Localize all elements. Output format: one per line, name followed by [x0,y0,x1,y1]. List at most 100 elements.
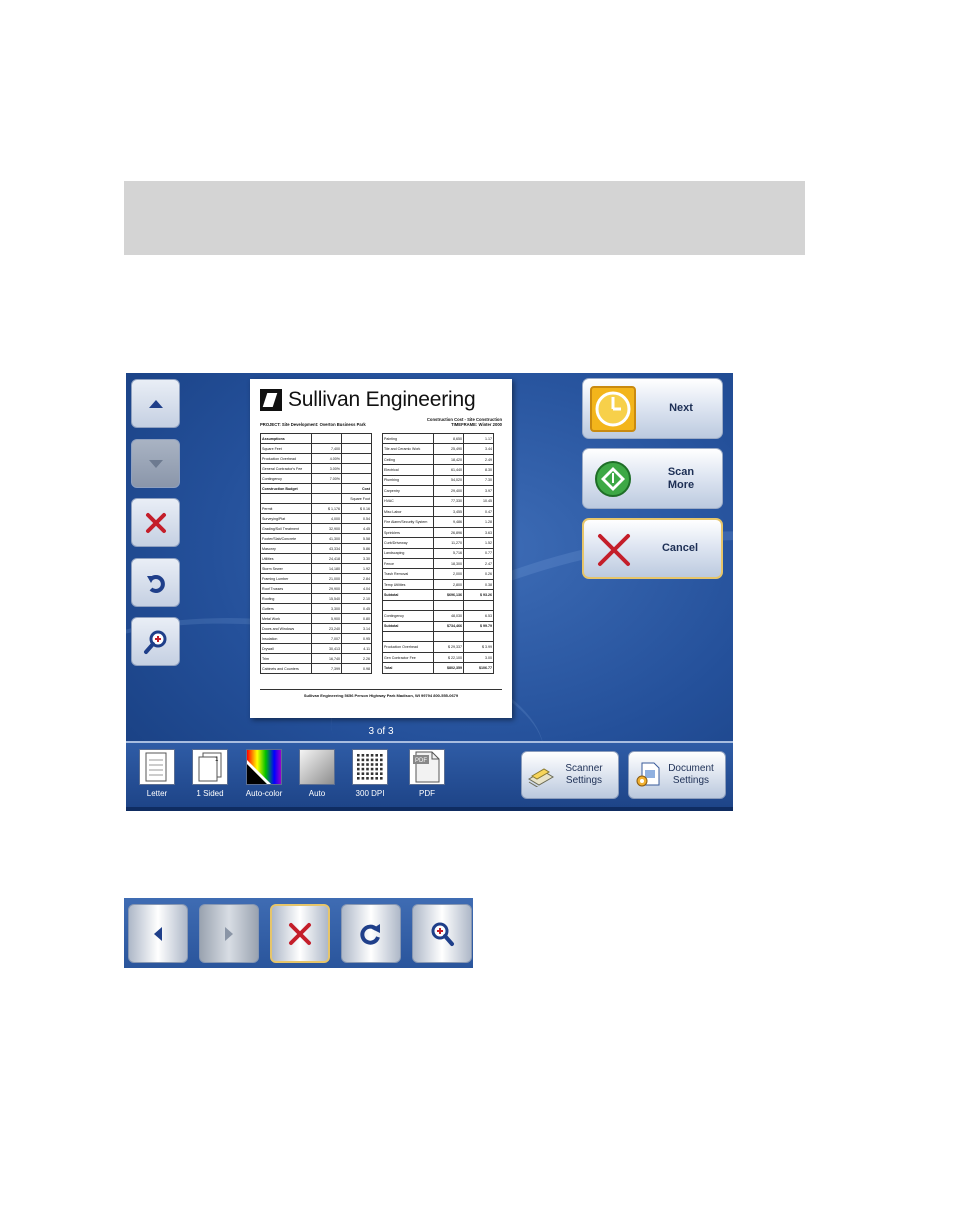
cost-value-cell: 7.00% [311,473,342,484]
table-row: General Contractor's Fee 3.00% [260,463,372,474]
cost-value-cell: 5.86 [341,543,372,554]
cost-value-cell: 3,455 [433,505,464,518]
table-row: Landscaping 5,716 0.77 [382,547,494,560]
scan-start-icon [588,454,638,504]
cost-value-cell: 43,334 [311,543,342,554]
cost-item-cell: Construction Budget [260,483,312,494]
scan-more-line2: More [667,478,695,491]
zoom-in-button[interactable] [131,617,180,666]
cost-item-cell: Total [382,662,434,674]
cost-item-cell: Framing Lumber [260,573,312,584]
brightness-setting[interactable]: Auto [291,749,343,798]
cost-value-cell: 8.30 [463,464,494,476]
cost-value-cell [311,493,342,504]
rotate-page-toolbar-button[interactable] [341,904,401,963]
grid-dot [380,767,383,771]
cost-value-cell: 11,270 [433,537,464,549]
rotate-icon [146,574,165,593]
cost-value-cell: $ 0.16 [341,503,372,514]
cost-value-cell [341,473,372,484]
rotate-page-button[interactable] [131,558,180,607]
cost-item-cell: Contingency [260,473,312,484]
scanner-icon [527,761,555,789]
document-settings-label: Document Settings [661,752,721,798]
cost-value-cell: 32,900 [311,523,342,534]
table-row: Cabinets and Counters 7,399 0.98 [260,663,372,674]
page-up-button[interactable] [131,379,180,428]
file-format-setting[interactable]: PDF PDF [401,749,453,798]
cost-item-cell: Ceiling [382,453,434,466]
cost-item-cell: Production Overhead [382,641,434,653]
color-mode-label: Auto-color [245,789,283,798]
document-settings-button[interactable]: Document Settings [628,751,726,799]
document-footer: Sullivan Engineering 5656 Person Highway… [260,689,502,698]
table-row [382,599,494,612]
cost-value-cell: 2.84 [341,573,372,584]
cost-item-cell: Storm Sewer [260,563,312,574]
cancel-x-icon [589,525,639,575]
grid-dot [375,767,378,771]
color-mode-setting[interactable]: Auto-color [238,749,290,798]
table-row: Painting 8,650 1.17 [382,432,494,445]
delete-page-button[interactable] [131,498,180,547]
cost-value-cell: 16,740 [311,653,342,664]
scan-more-button[interactable]: Scan More [582,448,723,509]
table-row: Fire Alarm/Security System 9,486 1.28 [382,516,494,528]
resolution-setting[interactable]: 300 DPI [344,749,396,798]
arrow-left-icon [154,926,162,941]
table-row: Metal Work 5,900 0.80 [260,613,372,624]
table-row: Gutters 3,300 0.45 [260,603,372,614]
zoom-in-icon [143,630,166,654]
cost-item-cell: Trim [260,653,312,664]
page-down-button[interactable] [131,439,180,488]
cost-value-cell: 9,486 [433,516,464,528]
cost-item-cell: Contingency [382,610,434,622]
previous-page-button[interactable] [128,904,188,963]
delete-page-toolbar-button[interactable] [270,904,330,963]
table-row: HVAC 77,330 10.45 [382,495,494,507]
cost-item-cell: Utilities [260,553,312,564]
grid-dot [366,767,369,771]
next-button[interactable]: Next [582,378,723,439]
sides-setting[interactable]: 1 1 Sided [184,749,236,798]
cost-value-cell: 0.38 [463,578,494,591]
scanner-settings-button[interactable]: Scanner Settings [521,751,619,799]
grid-dot [361,772,365,775]
cost-value-cell: 61,440 [433,464,464,476]
close-x-icon [145,512,166,533]
cost-item-cell: Gutters [260,603,312,614]
paper-size-setting[interactable]: Letter [131,749,183,798]
cost-value-cell: 77,330 [433,495,464,507]
table-row: Contingency 48,030 6.53 [382,610,494,622]
next-page-button[interactable] [199,904,259,963]
grid-dot [380,754,383,757]
grid-dot [380,758,383,762]
zoom-in-toolbar-button[interactable] [412,904,472,963]
grid-dot [366,754,369,757]
cost-item-cell: Subtotal [382,620,434,633]
cost-item-cell: Footer/Slab/Concrete [260,533,312,544]
table-row: Framing Lumber 21,000 2.84 [260,573,372,584]
left-cost-table: Assumptions Square Feet 7,400 Production Ov… [260,433,372,674]
cost-item-cell: Metal Work [260,613,312,624]
cost-item-cell: Curb/Driveway [382,537,434,549]
table-row: Total $802,359 $106.77 [382,662,494,674]
table-row: Temp Utilities 2,800 0.38 [382,578,494,591]
project-line: PROJECT: Site Development: Overton Busin… [260,422,366,427]
cost-item-cell: Fire Alarm/Security System [382,516,434,528]
cost-item-cell: HVAC [382,495,434,507]
cost-value-cell: 5.58 [341,533,372,544]
cost-item-cell [382,630,434,643]
cost-value-cell: 26,896 [433,526,464,539]
scan-more-line1: Scan [667,465,695,478]
cost-item-cell: Electrical [382,464,434,476]
auto-color-icon [246,749,282,785]
right-cost-table: Painting 8,650 1.17 Tile and Ceramic Work 25… [382,432,494,674]
grid-dot [375,763,378,766]
cost-value-cell [433,630,464,643]
grid-dot [370,754,374,757]
cost-item-cell: Insulation [260,633,312,644]
grid-dot [370,772,374,775]
grid-dot [370,767,374,771]
cancel-button[interactable]: Cancel [582,518,723,579]
